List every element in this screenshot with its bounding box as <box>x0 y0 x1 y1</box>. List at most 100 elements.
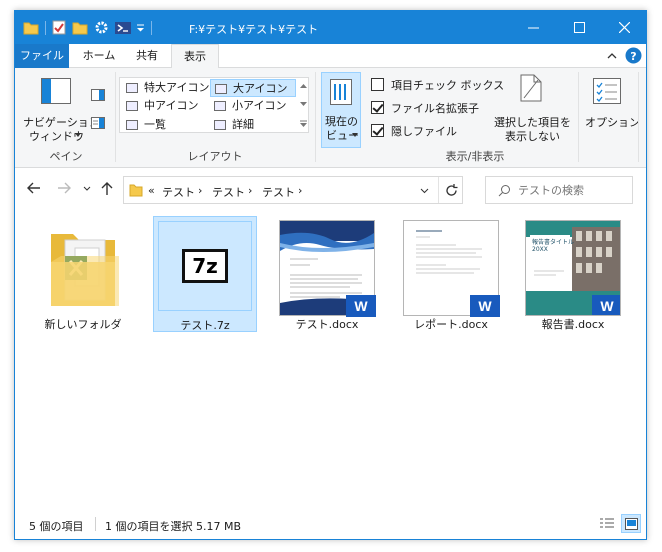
options-icon[interactable] <box>593 78 621 104</box>
details-icon <box>214 120 226 130</box>
breadcrumb-overflow[interactable]: « <box>148 184 155 197</box>
tab-share[interactable]: 共有 <box>127 44 167 68</box>
explorer-window: F:¥テスト¥テスト¥テスト ファイル ホーム 共有 表示 ? ナビゲーション … <box>14 10 647 540</box>
sevenzip-icon: 7z <box>182 249 228 283</box>
file-item-folder[interactable]: 新しいフォルダ <box>31 216 135 332</box>
gear-icon[interactable] <box>94 20 109 35</box>
options-label[interactable]: オプション <box>585 114 640 130</box>
current-view-button[interactable]: 現在の ビュー <box>321 72 361 148</box>
title-bar: F:¥テスト¥テスト¥テスト <box>15 11 646 44</box>
list-icon <box>126 120 138 130</box>
layout-gallery: 特大アイコン 大アイコン 中アイコン 小アイコン 一覧 詳細 <box>119 77 309 133</box>
file-item-docx[interactable]: W テスト.docx <box>275 216 379 332</box>
folder-icon <box>129 184 143 197</box>
file-name: テスト.docx <box>295 318 359 331</box>
selection-info: 1 個の項目を選択 5.17 MB <box>105 520 242 533</box>
layout-details[interactable]: 詳細 <box>210 116 296 134</box>
search-input[interactable] <box>518 182 628 198</box>
current-view-icon <box>330 79 352 105</box>
large-icons-view-button[interactable] <box>621 514 641 533</box>
layout-group-label: レイアウト <box>187 150 243 163</box>
folder-icon[interactable] <box>23 21 39 35</box>
document-thumbnail: W <box>403 220 500 317</box>
close-button[interactable] <box>601 11 647 44</box>
gallery-scroll-down-icon[interactable] <box>300 102 307 107</box>
separator <box>95 517 96 531</box>
address-row: « テスト › テスト › テスト › <box>15 168 646 212</box>
hidden-items-label: 隠しファイル <box>391 125 457 138</box>
layout-large-icons[interactable]: 大アイコン <box>210 79 296 97</box>
customize-chevron-icon[interactable] <box>136 23 145 33</box>
large-icons-icon <box>215 84 227 94</box>
item-checkbox-label: 項目チェック ボックス <box>391 79 505 92</box>
tab-home[interactable]: ホーム <box>75 44 123 68</box>
sevenzip-logo: 7z <box>185 252 225 280</box>
recent-locations-icon[interactable] <box>83 186 91 191</box>
separator <box>115 72 116 162</box>
up-arrow-icon[interactable] <box>101 182 113 196</box>
details-pane-icon[interactable] <box>91 117 105 129</box>
report-title-text: 報告書タイトル <box>532 239 575 246</box>
hide-selected-label-2[interactable]: 表示しない <box>505 128 560 144</box>
ribbon: ナビゲーション ウィンドウ ペイン 特大アイコン 大アイコン 中アイコン 小アイ… <box>15 68 646 168</box>
expand-ribbon-icon[interactable] <box>607 52 617 60</box>
folder-with-excel-icon <box>51 234 119 306</box>
details-view-icon[interactable] <box>599 517 615 531</box>
hidden-items-checkbox[interactable] <box>371 124 384 137</box>
file-extensions-checkbox[interactable] <box>371 101 384 114</box>
tab-file[interactable]: ファイル <box>15 44 69 68</box>
refresh-icon[interactable] <box>445 184 458 197</box>
quick-access-toolbar <box>23 19 152 36</box>
separator <box>438 177 439 203</box>
properties-icon[interactable] <box>52 20 66 35</box>
file-name: テスト.7z <box>180 319 230 332</box>
word-icon: W <box>346 295 376 317</box>
pane-group-label: ペイン <box>49 150 83 163</box>
back-arrow-icon[interactable] <box>27 182 41 194</box>
file-item-7z[interactable]: 7z テスト.7z <box>153 216 257 332</box>
word-icon: W <box>592 295 620 315</box>
report-year-text: 20XX <box>532 246 548 253</box>
hide-selected-icon[interactable] <box>520 74 542 102</box>
show-hide-group-label: 表示/非表示 <box>445 150 505 163</box>
powershell-icon[interactable] <box>115 21 131 35</box>
window-title: F:¥テスト¥テスト¥テスト <box>189 23 319 36</box>
file-item-docx[interactable]: 報告書タイトル 20XX W 報告書.docx <box>521 216 625 332</box>
help-icon[interactable]: ? <box>625 47 642 64</box>
address-bar[interactable]: « テスト › テスト › テスト › <box>123 176 463 204</box>
file-name: レポート.docx <box>414 318 488 331</box>
maximize-button[interactable] <box>556 11 602 44</box>
preview-pane-icon[interactable] <box>91 89 105 101</box>
svg-text:?: ? <box>630 50 636 63</box>
breadcrumb-chevron-icon[interactable]: › <box>298 184 302 197</box>
breadcrumb-item[interactable]: テスト <box>162 184 195 200</box>
medium-icons-icon <box>126 101 138 111</box>
layout-small-icons[interactable]: 小アイコン <box>210 97 296 115</box>
navigation-pane-icon[interactable] <box>41 78 71 104</box>
tab-view[interactable]: 表示 <box>171 44 219 69</box>
breadcrumb-chevron-icon[interactable]: › <box>198 184 202 197</box>
layout-medium-icons[interactable]: 中アイコン <box>122 97 208 115</box>
separator <box>578 72 579 162</box>
large-icons-view-icon <box>625 518 638 530</box>
maximize-icon <box>573 22 585 33</box>
breadcrumb-chevron-icon[interactable]: › <box>248 184 252 197</box>
new-folder-icon[interactable] <box>72 21 88 35</box>
item-checkbox-toggle[interactable] <box>371 78 384 91</box>
extra-large-icons-icon <box>126 83 138 93</box>
gallery-more-icon[interactable] <box>300 120 307 127</box>
dropdown-arrow-icon[interactable] <box>75 133 81 137</box>
minimize-button[interactable] <box>510 11 556 44</box>
gallery-scroll-up-icon[interactable] <box>300 83 307 88</box>
forward-arrow-icon[interactable] <box>57 182 71 194</box>
file-item-docx[interactable]: W レポート.docx <box>399 216 503 332</box>
breadcrumb-item[interactable]: テスト <box>212 184 245 200</box>
word-icon: W <box>470 295 500 317</box>
layout-list[interactable]: 一覧 <box>122 116 208 134</box>
small-icons-icon <box>214 101 226 111</box>
ribbon-tabs: ファイル ホーム 共有 表示 ? <box>15 44 646 69</box>
layout-extra-large-icons[interactable]: 特大アイコン <box>122 79 209 97</box>
breadcrumb-item[interactable]: テスト <box>262 184 295 200</box>
address-dropdown-icon[interactable] <box>420 188 429 194</box>
search-box[interactable] <box>485 176 633 204</box>
